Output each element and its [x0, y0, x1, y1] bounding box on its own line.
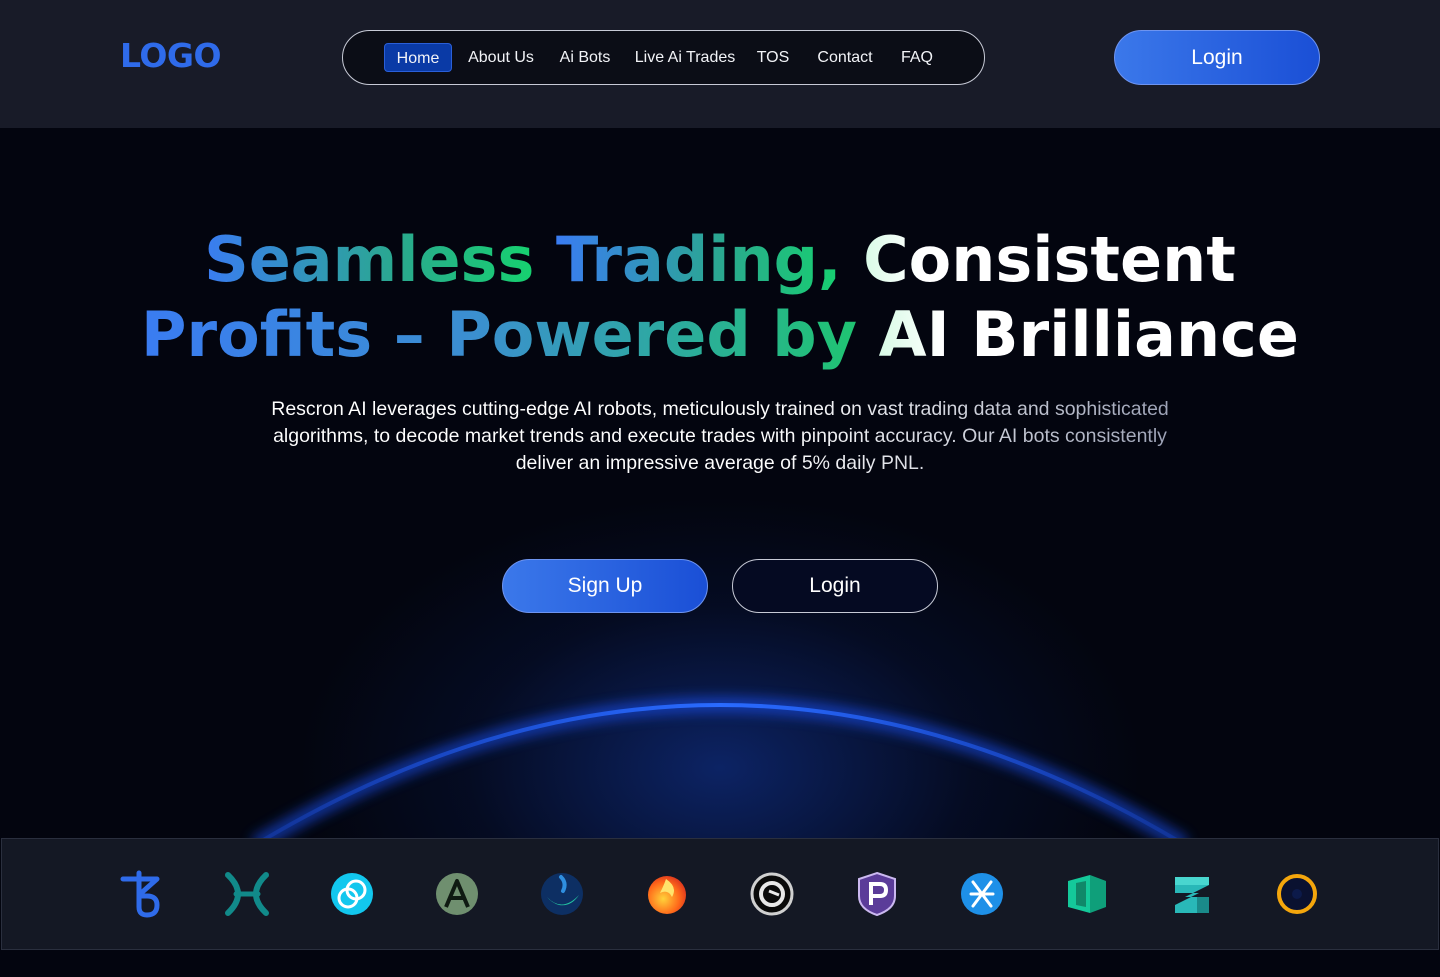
nav-contact[interactable]: Contact [811, 43, 879, 72]
tezos-icon [117, 869, 167, 919]
site-header: LOGO Home About Us Ai Bots Live Ai Trade… [0, 0, 1440, 128]
header-login-button[interactable]: Login [1114, 30, 1320, 85]
ring-coin-icon [1272, 869, 1322, 919]
ark-icon [432, 869, 482, 919]
fire-token-icon [642, 869, 692, 919]
bittorrent-icon [747, 869, 797, 919]
crescent-icon [537, 869, 587, 919]
zilliqa-icon [1167, 869, 1217, 919]
site-logo[interactable]: LOGO [120, 36, 222, 75]
nav-about-us[interactable]: About Us [462, 43, 540, 72]
crypto-logo-strip [1, 838, 1439, 950]
polymath-icon [1062, 869, 1112, 919]
hero-headline-line-2: Profits – Powered by AI Brilliance [0, 298, 1440, 372]
hero-headline-line-1: Seamless Trading, Consistent [0, 223, 1440, 297]
pivx-icon [852, 869, 902, 919]
hero-description: Rescron AI leverages cutting-edge AI rob… [260, 396, 1180, 477]
nav-faq[interactable]: FAQ [893, 43, 941, 72]
nav-tos[interactable]: TOS [751, 43, 795, 72]
headline-part-consistent: Consistent [863, 223, 1236, 296]
main-nav: Home About Us Ai Bots Live Ai Trades TOS… [342, 30, 985, 85]
signup-button[interactable]: Sign Up [502, 559, 708, 613]
nav-ai-bots[interactable]: Ai Bots [551, 43, 619, 72]
nav-home[interactable]: Home [384, 43, 452, 72]
nav-live-ai-trades[interactable]: Live Ai Trades [633, 43, 737, 72]
headline-part-seamless: Seamless [204, 223, 556, 296]
headline-part-ai-brilliance: AI Brilliance [878, 298, 1299, 371]
headline-part-trading: Trading, [555, 223, 864, 296]
stellar-icon [957, 869, 1007, 919]
headline-part-profits-powered-by: Profits – Powered by [141, 298, 879, 371]
hero-login-button[interactable]: Login [732, 559, 938, 613]
gemini-dollar-icon [327, 869, 377, 919]
pisces-x-icon [222, 869, 272, 919]
